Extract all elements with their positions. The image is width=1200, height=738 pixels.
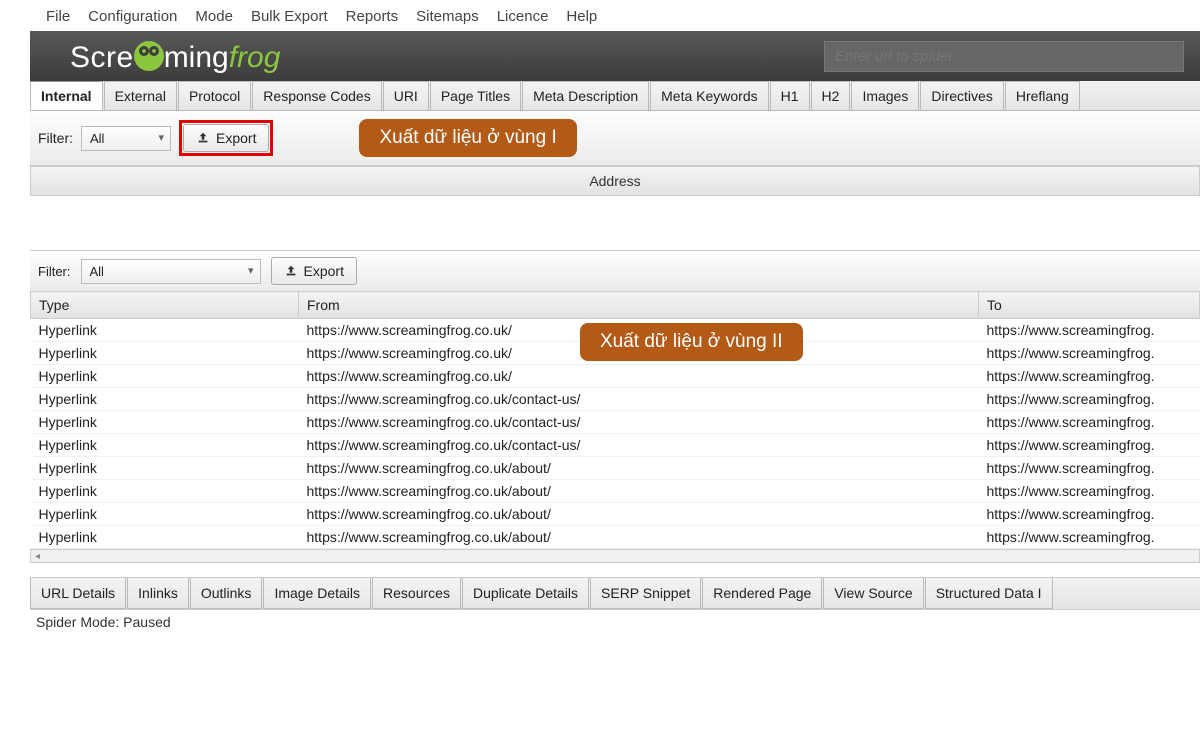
cell-to: https://www.screamingfrog. (979, 480, 1200, 503)
bottom-tab[interactable]: Duplicate Details (462, 578, 589, 609)
table-row[interactable]: Hyperlinkhttps://www.screamingfrog.co.uk… (31, 411, 1200, 434)
col-header-type[interactable]: Type (31, 292, 299, 319)
cell-from: https://www.screamingfrog.co.uk/about/ (299, 526, 979, 549)
cell-to: https://www.screamingfrog. (979, 388, 1200, 411)
menu-item[interactable]: Licence (497, 8, 549, 25)
header-bar: Scre ming frog (30, 31, 1200, 81)
callout-2: Xuất dữ liệu ở vùng II (580, 323, 803, 361)
menu-item[interactable]: Mode (195, 8, 233, 25)
filter-row-1: Filter: All Export Xuất dữ liệu ở vùng I (30, 111, 1200, 166)
cell-type: Hyperlink (31, 434, 299, 457)
bottom-tab[interactable]: URL Details (30, 578, 126, 609)
tab-meta-description[interactable]: Meta Description (522, 81, 649, 110)
filter-dropdown-2[interactable]: All (81, 259, 261, 284)
cell-to: https://www.screamingfrog. (979, 365, 1200, 388)
bottom-tab[interactable]: Inlinks (127, 578, 189, 609)
cell-type: Hyperlink (31, 388, 299, 411)
tab-page-titles[interactable]: Page Titles (430, 81, 521, 110)
table-row[interactable]: Hyperlinkhttps://www.screamingfrog.co.uk… (31, 526, 1200, 549)
brand-part3: frog (229, 41, 281, 75)
table-row[interactable]: Hyperlinkhttps://www.screamingfrog.co.uk… (31, 365, 1200, 388)
bottom-tab[interactable]: Image Details (263, 578, 371, 609)
top-tabs: InternalExternalProtocolResponse CodesUR… (30, 81, 1200, 111)
cell-type: Hyperlink (31, 503, 299, 526)
upload-icon (284, 264, 298, 278)
export-button-1[interactable]: Export (183, 124, 269, 152)
cell-to: https://www.screamingfrog. (979, 457, 1200, 480)
panel-2: Filter: All Export Type From To Hyperlin… (30, 250, 1200, 549)
tab-uri[interactable]: URI (383, 81, 429, 110)
brand-part2: ming (164, 41, 229, 75)
cell-type: Hyperlink (31, 365, 299, 388)
table-row[interactable]: Hyperlinkhttps://www.screamingfrog.co.uk… (31, 480, 1200, 503)
tab-directives[interactable]: Directives (920, 81, 1003, 110)
cell-type: Hyperlink (31, 319, 299, 342)
cell-to: https://www.screamingfrog. (979, 411, 1200, 434)
filter-label: Filter: (38, 130, 73, 146)
bottom-tab[interactable]: Outlinks (190, 578, 263, 609)
tab-images[interactable]: Images (851, 81, 919, 110)
tab-meta-keywords[interactable]: Meta Keywords (650, 81, 768, 110)
table-row[interactable]: Hyperlinkhttps://www.screamingfrog.co.uk… (31, 434, 1200, 457)
menu-item[interactable]: Configuration (88, 8, 177, 25)
table-row[interactable]: Hyperlinkhttps://www.screamingfrog.co.uk… (31, 388, 1200, 411)
cell-type: Hyperlink (31, 457, 299, 480)
highlight-export: Export (179, 120, 273, 156)
filter-dropdown-1[interactable]: All (81, 126, 171, 151)
tab-protocol[interactable]: Protocol (178, 81, 251, 110)
cell-from: https://www.screamingfrog.co.uk/contact-… (299, 411, 979, 434)
cell-type: Hyperlink (31, 480, 299, 503)
menu-item[interactable]: Sitemaps (416, 8, 479, 25)
callout-1: Xuất dữ liệu ở vùng I (359, 119, 576, 157)
cell-from: https://www.screamingfrog.co.uk/contact-… (299, 388, 979, 411)
brand-part1: Scre (70, 41, 134, 75)
tab-h2[interactable]: H2 (811, 81, 851, 110)
filter-row-2: Filter: All Export (30, 251, 1200, 291)
cell-type: Hyperlink (31, 342, 299, 365)
cell-to: https://www.screamingfrog. (979, 319, 1200, 342)
cell-from: https://www.screamingfrog.co.uk/about/ (299, 503, 979, 526)
status-bar: Spider Mode: Paused (30, 609, 1200, 634)
export-label-2: Export (304, 263, 344, 279)
cell-type: Hyperlink (31, 411, 299, 434)
export-label-1: Export (216, 130, 256, 146)
cell-from: https://www.screamingfrog.co.uk/contact-… (299, 434, 979, 457)
tab-h1[interactable]: H1 (770, 81, 810, 110)
col-header-from[interactable]: From (299, 292, 979, 319)
grid-header-address: Address (30, 166, 1200, 196)
tab-response-codes[interactable]: Response Codes (252, 81, 381, 110)
bottom-tabs: URL DetailsInlinksOutlinksImage DetailsR… (30, 577, 1200, 609)
menu-bar: File Configuration Mode Bulk Export Reports S… (0, 0, 1200, 31)
frog-icon (134, 41, 164, 71)
url-input[interactable] (824, 41, 1184, 72)
bottom-tab[interactable]: Rendered Page (702, 578, 822, 609)
bottom-tab[interactable]: Resources (372, 578, 461, 609)
table-row[interactable]: Hyperlinkhttps://www.screamingfrog.co.uk… (31, 457, 1200, 480)
cell-to: https://www.screamingfrog. (979, 503, 1200, 526)
cell-type: Hyperlink (31, 526, 299, 549)
cell-from: https://www.screamingfrog.co.uk/about/ (299, 480, 979, 503)
cell-to: https://www.screamingfrog. (979, 434, 1200, 457)
cell-from: https://www.screamingfrog.co.uk/ (299, 365, 979, 388)
menu-item[interactable]: Bulk Export (251, 8, 328, 25)
tab-external[interactable]: External (104, 81, 177, 110)
tab-hreflang[interactable]: Hreflang (1005, 81, 1080, 110)
menu-item[interactable]: File (46, 8, 70, 25)
menu-item[interactable]: Reports (346, 8, 399, 25)
bottom-tab[interactable]: SERP Snippet (590, 578, 701, 609)
brand-logo: Scre ming frog (70, 37, 280, 75)
upload-icon (196, 131, 210, 145)
col-header-to[interactable]: To (979, 292, 1200, 319)
cell-to: https://www.screamingfrog. (979, 342, 1200, 365)
menu-item[interactable]: Help (566, 8, 597, 25)
tab-internal[interactable]: Internal (30, 81, 103, 110)
export-button-2[interactable]: Export (271, 257, 357, 285)
cell-to: https://www.screamingfrog. (979, 526, 1200, 549)
bottom-tab[interactable]: View Source (823, 578, 923, 609)
table-row[interactable]: Hyperlinkhttps://www.screamingfrog.co.uk… (31, 503, 1200, 526)
horizontal-scrollbar[interactable] (30, 549, 1200, 563)
cell-from: https://www.screamingfrog.co.uk/about/ (299, 457, 979, 480)
filter-label-2: Filter: (38, 264, 71, 279)
bottom-tab[interactable]: Structured Data I (925, 578, 1053, 609)
